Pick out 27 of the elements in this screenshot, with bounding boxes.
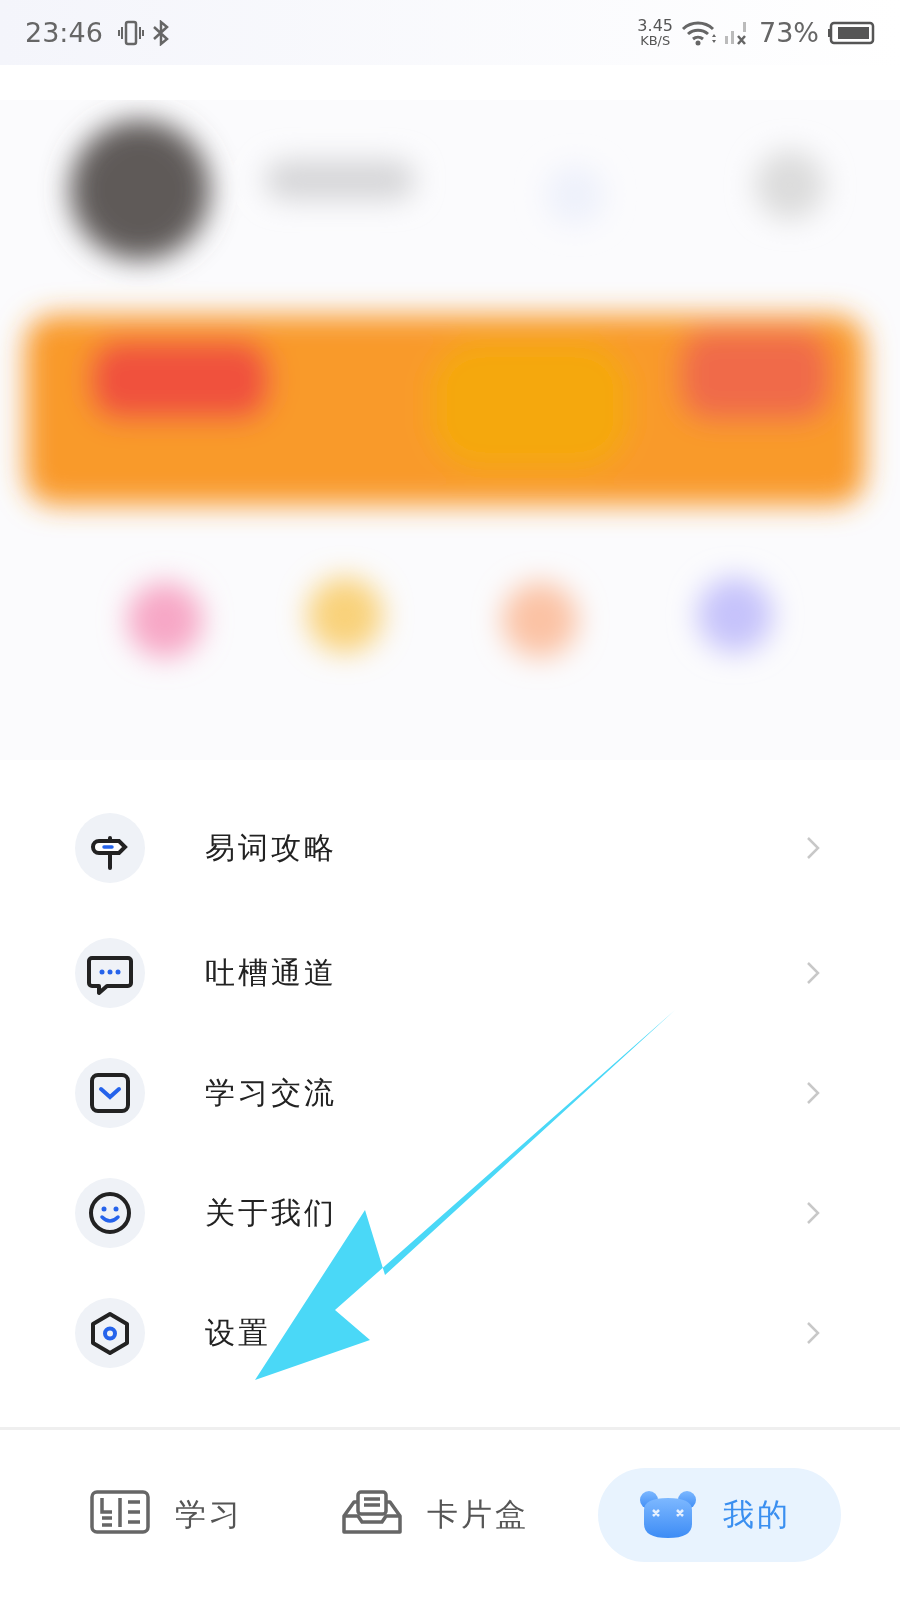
chevron-right-icon bbox=[806, 1201, 820, 1225]
chevron-right-icon bbox=[806, 961, 820, 985]
chevron-right-icon bbox=[806, 836, 820, 860]
vibrate-icon bbox=[116, 19, 145, 46]
nav-tab[interactable]: 卡片盒 bbox=[311, 1470, 559, 1560]
chat-bubble-icon bbox=[75, 938, 145, 1008]
network-speed: 3.45 bbox=[637, 18, 673, 34]
mail-box-icon bbox=[75, 1058, 145, 1128]
clock-time: 23:46 bbox=[25, 17, 103, 48]
menu-label: 设置 bbox=[205, 1313, 272, 1352]
chevron-right-icon bbox=[806, 1321, 820, 1345]
menu-item[interactable]: 吐槽通道 bbox=[0, 913, 900, 1033]
speed-unit: KB/S bbox=[640, 34, 671, 47]
bear-face-icon bbox=[637, 1490, 698, 1540]
battery-level: 73% bbox=[759, 17, 819, 48]
menu-label: 易词攻略 bbox=[205, 828, 338, 867]
menu-item[interactable]: 易词攻略 bbox=[0, 783, 900, 913]
menu-label: 关于我们 bbox=[205, 1193, 338, 1232]
menu-label: 学习交流 bbox=[205, 1073, 338, 1112]
battery-icon bbox=[827, 19, 875, 46]
wifi-icon bbox=[681, 19, 717, 46]
menu-item[interactable]: 学习交流 bbox=[0, 1033, 900, 1153]
chevron-right-icon bbox=[806, 1081, 820, 1105]
signpost-icon bbox=[75, 813, 145, 883]
menu-label: 吐槽通道 bbox=[205, 953, 338, 992]
nav-tab[interactable]: 学习 bbox=[59, 1470, 273, 1560]
smiley-icon bbox=[75, 1178, 145, 1248]
